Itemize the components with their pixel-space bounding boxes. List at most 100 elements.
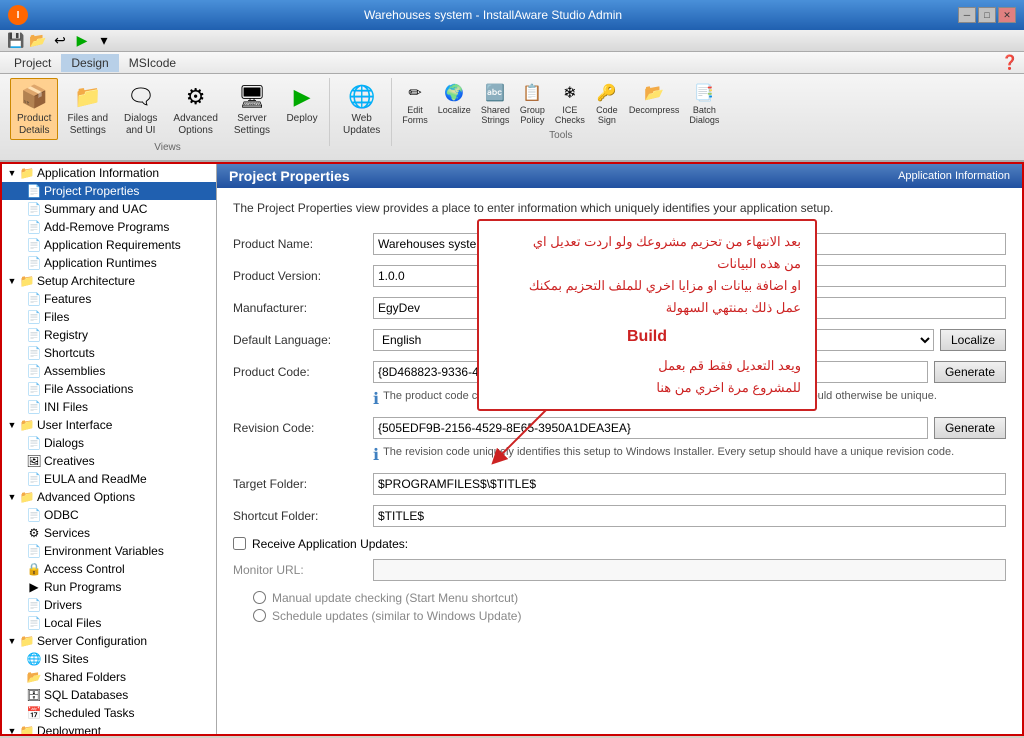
item-assemblies-icon: 📄 bbox=[26, 363, 42, 379]
btn-advanced-options[interactable]: ⚙ AdvancedOptions bbox=[166, 78, 224, 140]
undo-btn[interactable]: ↩ bbox=[50, 32, 70, 50]
tree-file-assoc-label: File Associations bbox=[44, 382, 133, 396]
tree-ini-files[interactable]: 📄 INI Files bbox=[2, 398, 216, 416]
revision-code-group: Generate bbox=[373, 417, 1006, 439]
manufacturer-input[interactable] bbox=[373, 297, 1006, 319]
generate-revision-code-btn[interactable]: Generate bbox=[934, 417, 1006, 439]
menu-msicode[interactable]: MSIcode bbox=[119, 54, 186, 72]
btn-product-details[interactable]: 📦 ProductDetails bbox=[10, 78, 58, 140]
tree-run-programs[interactable]: ▶ Run Programs bbox=[2, 578, 216, 596]
tree-shortcuts-label: Shortcuts bbox=[44, 346, 95, 360]
revision-code-input[interactable] bbox=[373, 417, 928, 439]
tree-features[interactable]: 📄 Features bbox=[2, 290, 216, 308]
btn-group-policy[interactable]: 📋 GroupPolicy bbox=[516, 78, 549, 128]
localize-button[interactable]: Localize bbox=[940, 329, 1006, 351]
help-btn[interactable]: ❓ bbox=[1000, 54, 1020, 72]
tree-registry[interactable]: 📄 Registry bbox=[2, 326, 216, 344]
open-btn[interactable]: 📂 bbox=[28, 32, 48, 50]
maximize-btn[interactable]: □ bbox=[978, 7, 996, 23]
tree-shortcuts[interactable]: 📄 Shortcuts bbox=[2, 344, 216, 362]
tree-summary-uac[interactable]: 📄 Summary and UAC bbox=[2, 200, 216, 218]
monitor-url-input[interactable] bbox=[373, 559, 1006, 581]
btn-dialogs-ui[interactable]: 🗨 Dialogsand UI bbox=[117, 78, 164, 140]
tree-files[interactable]: 📄 Files bbox=[2, 308, 216, 326]
tree-iis-sites[interactable]: 🌐 IIS Sites bbox=[2, 650, 216, 668]
close-btn[interactable]: ✕ bbox=[998, 7, 1016, 23]
btn-server-settings[interactable]: 🖥 ServerSettings bbox=[227, 78, 277, 140]
menu-design[interactable]: Design bbox=[61, 54, 118, 72]
save-btn[interactable]: 💾 bbox=[6, 32, 26, 50]
shortcut-folder-input[interactable] bbox=[373, 505, 1006, 527]
tree-env-vars-label: Environment Variables bbox=[44, 544, 164, 558]
schedule-update-radio[interactable] bbox=[253, 609, 266, 622]
tree-app-info[interactable]: ▼ 📁 Application Information bbox=[2, 164, 216, 182]
batch-dialogs-icon: 📑 bbox=[692, 81, 716, 105]
advanced-options-icon: ⚙ bbox=[180, 81, 212, 113]
btn-deploy[interactable]: ▶ Deploy bbox=[279, 78, 325, 128]
dropdown-btn[interactable]: ▾ bbox=[94, 32, 114, 50]
target-folder-input[interactable] bbox=[373, 473, 1006, 495]
btn-code-sign[interactable]: 🔑 CodeSign bbox=[591, 78, 623, 128]
tree-add-remove[interactable]: 📄 Add-Remove Programs bbox=[2, 218, 216, 236]
minimize-btn[interactable]: ─ bbox=[958, 7, 976, 23]
revision-code-hint-icon: ℹ bbox=[373, 445, 379, 465]
receive-updates-checkbox[interactable] bbox=[233, 537, 246, 550]
tree-shared-folders[interactable]: 📂 Shared Folders bbox=[2, 668, 216, 686]
run-btn[interactable]: ▶ bbox=[72, 32, 92, 50]
tree-dialogs[interactable]: 📄 Dialogs bbox=[2, 434, 216, 452]
tree-env-vars[interactable]: 📄 Environment Variables bbox=[2, 542, 216, 560]
server-settings-label: ServerSettings bbox=[234, 113, 270, 137]
item-registry-icon: 📄 bbox=[26, 327, 42, 343]
tree-setup-arch[interactable]: ▼ 📁 Setup Architecture bbox=[2, 272, 216, 290]
tree-user-interface[interactable]: ▼ 📁 User Interface bbox=[2, 416, 216, 434]
item-add-remove-icon: 📄 bbox=[26, 219, 42, 235]
web-items: 🌐 WebUpdates bbox=[336, 78, 387, 140]
tree-odbc-label: ODBC bbox=[44, 508, 79, 522]
tree-sql-label: SQL Databases bbox=[44, 688, 128, 702]
btn-edit-forms[interactable]: ✏ EditForms bbox=[398, 78, 432, 128]
tree-deployment[interactable]: ▼ 📁 Deployment bbox=[2, 722, 216, 734]
btn-ice-checks[interactable]: ❄ ICEChecks bbox=[551, 78, 589, 128]
tree-access-ctrl[interactable]: 🔒 Access Control bbox=[2, 560, 216, 578]
btn-batch-dialogs[interactable]: 📑 BatchDialogs bbox=[685, 78, 723, 128]
tree-server-config[interactable]: ▼ 📁 Server Configuration bbox=[2, 632, 216, 650]
tree-advanced-opts[interactable]: ▼ 📁 Advanced Options bbox=[2, 488, 216, 506]
product-code-input[interactable] bbox=[373, 361, 928, 383]
shortcut-folder-row: Shortcut Folder: bbox=[233, 505, 1006, 527]
tree-odbc[interactable]: 📄 ODBC bbox=[2, 506, 216, 524]
product-details-label: ProductDetails bbox=[17, 113, 51, 137]
tree-services[interactable]: ⚙ Services bbox=[2, 524, 216, 542]
ribbon-content: 📦 ProductDetails 📁 Files andSettings 🗨 D… bbox=[0, 74, 1024, 162]
tree-local-files[interactable]: 📄 Local Files bbox=[2, 614, 216, 632]
menu-bar: Project Design MSIcode ❓ bbox=[0, 52, 1024, 74]
language-select[interactable]: English bbox=[373, 329, 934, 351]
tree-services-label: Services bbox=[44, 526, 90, 540]
tree-project-props[interactable]: 📄 Project Properties bbox=[2, 182, 216, 200]
tree-file-assoc[interactable]: 📄 File Associations bbox=[2, 380, 216, 398]
batch-dialogs-label: BatchDialogs bbox=[689, 105, 719, 125]
window-controls[interactable]: ─ □ ✕ bbox=[958, 7, 1016, 23]
btn-web-updates[interactable]: 🌐 WebUpdates bbox=[336, 78, 387, 140]
btn-files-settings[interactable]: 📁 Files andSettings bbox=[60, 78, 115, 140]
manual-update-radio[interactable] bbox=[253, 591, 266, 604]
dialogs-ui-icon: 🗨 bbox=[125, 81, 157, 113]
tree-sql-db[interactable]: 🗄 SQL Databases bbox=[2, 686, 216, 704]
btn-localize[interactable]: 🌍 Localize bbox=[434, 78, 475, 118]
expand-advanced: ▼ bbox=[6, 491, 18, 503]
tree-drivers[interactable]: 📄 Drivers bbox=[2, 596, 216, 614]
menu-project[interactable]: Project bbox=[4, 54, 61, 72]
generate-product-code-btn[interactable]: Generate bbox=[934, 361, 1006, 383]
tree-scheduled-tasks[interactable]: 📅 Scheduled Tasks bbox=[2, 704, 216, 722]
tree-app-req[interactable]: 📄 Application Requirements bbox=[2, 236, 216, 254]
monitor-url-row: Monitor URL: bbox=[233, 559, 1006, 581]
tree-creatives[interactable]: 🖼 Creatives bbox=[2, 452, 216, 470]
btn-shared-strings[interactable]: 🔤 SharedStrings bbox=[477, 78, 514, 128]
tools-items: ✏ EditForms 🌍 Localize 🔤 SharedStrings 📋… bbox=[398, 78, 723, 128]
btn-decompress[interactable]: 📂 Decompress bbox=[625, 78, 684, 118]
tree-registry-label: Registry bbox=[44, 328, 88, 342]
product-version-input[interactable] bbox=[373, 265, 1006, 287]
tree-app-runtimes[interactable]: 📄 Application Runtimes bbox=[2, 254, 216, 272]
product-name-input[interactable] bbox=[373, 233, 1006, 255]
tree-eula[interactable]: 📄 EULA and ReadMe bbox=[2, 470, 216, 488]
tree-assemblies[interactable]: 📄 Assemblies bbox=[2, 362, 216, 380]
